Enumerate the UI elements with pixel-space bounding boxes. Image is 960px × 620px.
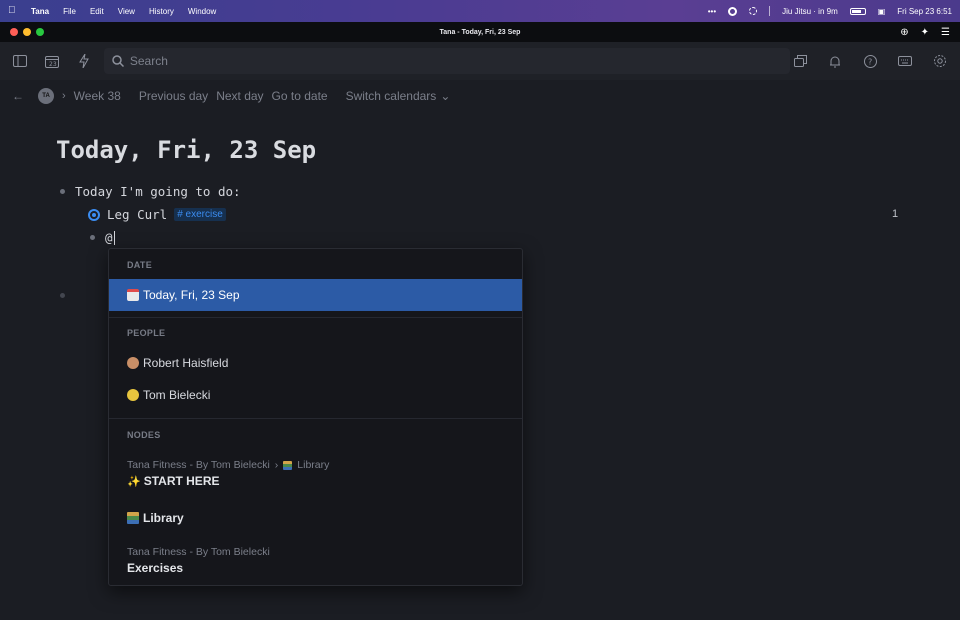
node-bullet[interactable] bbox=[60, 189, 65, 194]
search-input[interactable] bbox=[129, 54, 730, 68]
node-path: Tana Fitness - By Tom Bielecki bbox=[127, 546, 270, 558]
node-path-part: Tana Fitness - By Tom Bielecki bbox=[127, 459, 270, 471]
minimize-window-button[interactable] bbox=[23, 28, 31, 36]
books-emoji-icon bbox=[127, 512, 139, 524]
menu-view[interactable]: View bbox=[118, 7, 135, 16]
fullscreen-window-button[interactable] bbox=[36, 28, 44, 36]
search-icon bbox=[112, 55, 124, 67]
mac-menubar:  Tana File Edit View History Window •••… bbox=[0, 0, 960, 22]
display-icon[interactable]: ▣ bbox=[878, 7, 886, 16]
workspace-avatar[interactable]: TA bbox=[38, 88, 54, 104]
switch-calendars-button[interactable]: Switch calendars ⌄ bbox=[346, 89, 451, 103]
menu-app-name[interactable]: Tana bbox=[31, 7, 49, 16]
separator bbox=[769, 6, 771, 16]
svg-text:?: ? bbox=[868, 57, 872, 66]
node-path-part: Tana Fitness - By Tom Bielecki bbox=[127, 546, 270, 558]
date-option-label: Today, Fri, 23 Sep bbox=[143, 288, 240, 302]
window-controls bbox=[10, 28, 44, 36]
sync-icon[interactable] bbox=[749, 7, 758, 15]
keyboard-icon[interactable] bbox=[895, 51, 915, 71]
calendar-emoji-icon bbox=[127, 289, 139, 301]
date-option-today[interactable]: Today, Fri, 23 Sep bbox=[109, 279, 522, 311]
person-avatar bbox=[127, 389, 139, 401]
zoom-icon[interactable]: ⊕ bbox=[900, 27, 908, 38]
exercise-tag[interactable]: # exercise bbox=[174, 208, 226, 221]
node-bullet[interactable] bbox=[90, 235, 95, 240]
node-text[interactable]: Today I'm going to do: bbox=[75, 184, 241, 199]
switch-calendars-label: Switch calendars bbox=[345, 89, 437, 103]
person-option[interactable]: Robert Haisfield bbox=[109, 347, 522, 379]
node-option-title: Exercises bbox=[127, 561, 184, 575]
books-emoji-icon bbox=[283, 460, 293, 470]
extension-icon[interactable]: ✦ bbox=[921, 27, 929, 38]
checkbox-icon[interactable] bbox=[88, 208, 100, 221]
node-option-title: Library bbox=[143, 511, 184, 525]
menu-file[interactable]: File bbox=[63, 7, 76, 16]
lightning-icon[interactable] bbox=[74, 51, 94, 71]
menu-window[interactable]: Window bbox=[188, 7, 216, 16]
previous-day-button[interactable]: Previous day bbox=[139, 89, 208, 103]
battery-icon[interactable] bbox=[849, 7, 866, 15]
divider bbox=[109, 317, 522, 318]
search-bar[interactable] bbox=[103, 48, 791, 74]
back-arrow-icon[interactable]: ← bbox=[12, 89, 24, 103]
bell-icon[interactable] bbox=[825, 51, 845, 71]
empty-node-bullet[interactable] bbox=[60, 293, 65, 298]
node-option-title: START HERE bbox=[143, 474, 220, 488]
person-avatar bbox=[127, 357, 139, 369]
node-path-part: Library bbox=[297, 459, 330, 471]
divider bbox=[109, 418, 522, 419]
calendar-nav: ← TA › Week 38 Previous day Next day Go … bbox=[0, 84, 960, 108]
people-section-label: PEOPLE bbox=[127, 328, 166, 338]
text-cursor bbox=[113, 230, 115, 245]
chevron-right-icon: › bbox=[62, 90, 66, 102]
page-title: Today, Fri, 23 Sep bbox=[56, 136, 317, 164]
person-option[interactable]: Tom Bielecki bbox=[109, 379, 522, 411]
week-link[interactable]: Week 38 bbox=[74, 89, 121, 103]
node-input-text[interactable]: @ bbox=[105, 230, 113, 245]
menu-edit[interactable]: Edit bbox=[90, 7, 104, 16]
node-option[interactable]: Exercises bbox=[127, 561, 183, 575]
sparkles-icon: ✨ bbox=[127, 475, 141, 488]
nodes-section-label: NODES bbox=[127, 430, 161, 440]
settings-gear-icon[interactable] bbox=[930, 51, 950, 71]
app-toolbar: 23 ? bbox=[0, 42, 960, 80]
more-icon[interactable]: ••• bbox=[708, 7, 716, 16]
node-count: 1 bbox=[892, 208, 899, 220]
date-section-label: DATE bbox=[127, 260, 153, 270]
todo-node[interactable]: Leg Curl # exercise bbox=[88, 207, 226, 222]
chevron-right-icon: › bbox=[274, 459, 279, 471]
go-to-date-button[interactable]: Go to date bbox=[272, 89, 328, 103]
menu-history[interactable]: History bbox=[149, 7, 174, 16]
person-name: Tom Bielecki bbox=[143, 388, 211, 402]
sidebar-toggle-icon[interactable] bbox=[10, 51, 30, 71]
svg-text:23: 23 bbox=[49, 61, 57, 68]
gear-status-icon[interactable] bbox=[728, 6, 738, 16]
node-option[interactable]: ✨ START HERE bbox=[127, 474, 219, 488]
editing-node[interactable]: @ bbox=[90, 230, 115, 245]
chevron-down-icon: ⌄ bbox=[440, 89, 451, 103]
next-day-button[interactable]: Next day bbox=[216, 89, 263, 103]
node-path: Tana Fitness - By Tom Bielecki › Library bbox=[127, 459, 329, 471]
calendar-icon[interactable]: 23 bbox=[42, 51, 62, 71]
calendar-event[interactable]: Jiu Jitsu · in 9m bbox=[782, 7, 838, 16]
hamburger-menu-icon[interactable]: ☰ bbox=[941, 27, 950, 38]
mention-dropdown: DATE Today, Fri, 23 Sep PEOPLE Robert Ha… bbox=[108, 248, 523, 586]
node-option[interactable]: Library bbox=[127, 511, 184, 525]
apple-icon[interactable]:  bbox=[8, 6, 17, 16]
menubar-datetime[interactable]: Fri Sep 23 6:51 bbox=[897, 7, 952, 16]
person-name: Robert Haisfield bbox=[143, 356, 229, 370]
outline-node[interactable]: Today I'm going to do: bbox=[60, 184, 241, 199]
help-icon[interactable]: ? bbox=[860, 51, 880, 71]
close-window-button[interactable] bbox=[10, 28, 18, 36]
window-titlebar: Tana - Today, Fri, 23 Sep ⊕ ✦ ☰ bbox=[0, 22, 960, 42]
windows-icon[interactable] bbox=[790, 51, 810, 71]
node-text[interactable]: Leg Curl bbox=[107, 207, 167, 222]
window-title: Tana - Today, Fri, 23 Sep bbox=[439, 28, 521, 36]
